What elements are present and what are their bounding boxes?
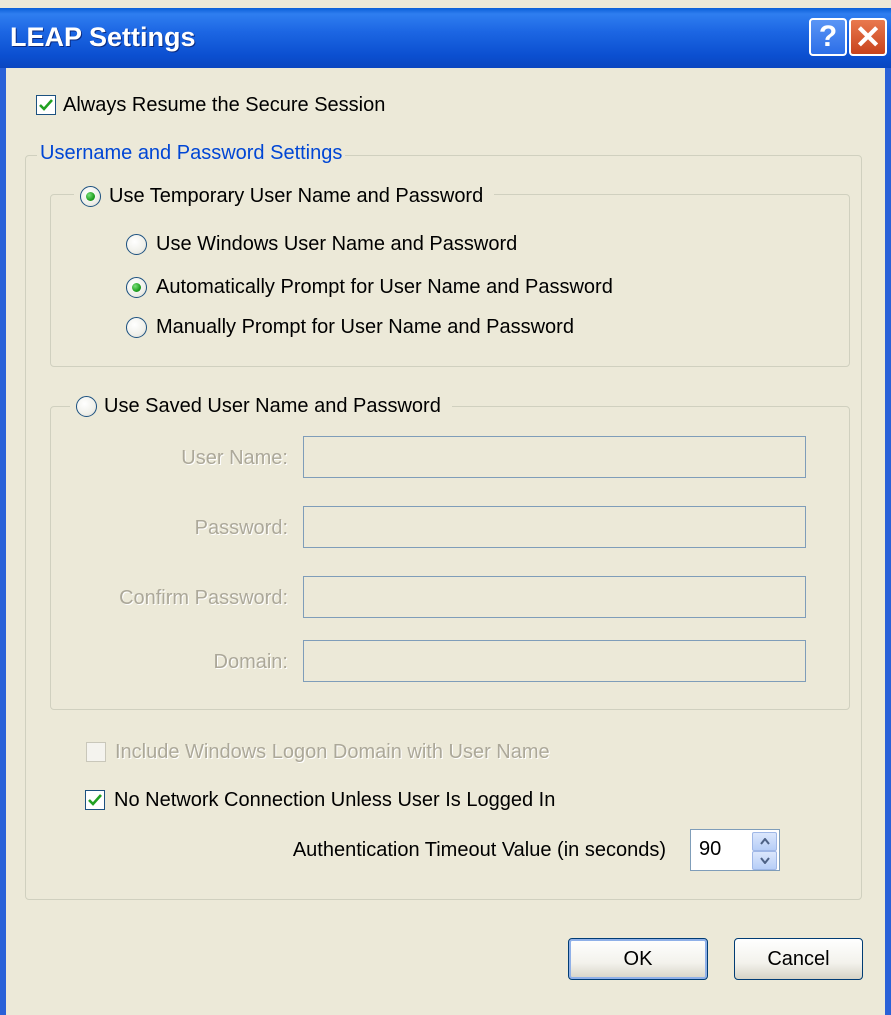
- auto-prompt-radio[interactable]: [126, 277, 147, 298]
- confirm-password-field[interactable]: [303, 576, 806, 618]
- timeout-label: Authentication Timeout Value (in seconds…: [292, 839, 666, 861]
- no-network-checkbox[interactable]: [85, 790, 105, 810]
- no-network-label: No Network Connection Unless User Is Log…: [114, 789, 556, 811]
- dialog-title: LEAP Settings: [10, 22, 196, 52]
- use-windows-credentials-label: Use Windows User Name and Password: [156, 233, 518, 255]
- auto-prompt-label: Automatically Prompt for User Name and P…: [156, 276, 613, 298]
- domain-label: Domain:: [213, 651, 288, 673]
- domain-field[interactable]: [303, 640, 806, 682]
- help-button[interactable]: ?: [809, 18, 847, 56]
- ok-button-label: OK: [623, 947, 653, 970]
- question-mark-icon: ?: [818, 20, 838, 53]
- window-frame-right: [885, 68, 891, 1015]
- include-domain-label: Include Windows Logon Domain with User N…: [115, 741, 550, 763]
- use-temporary-label: Use Temporary User Name and Password: [109, 185, 484, 207]
- use-temporary-radio[interactable]: [80, 186, 101, 207]
- arrow-down-icon: [759, 857, 770, 864]
- cancel-button[interactable]: Cancel: [734, 938, 863, 980]
- manual-prompt-label: Manually Prompt for User Name and Passwo…: [156, 316, 574, 338]
- close-button[interactable]: ✕: [849, 18, 887, 56]
- use-windows-credentials-radio[interactable]: [126, 234, 147, 255]
- user-name-label: User Name:: [181, 447, 288, 469]
- always-resume-checkbox[interactable]: [36, 95, 56, 115]
- title-bar[interactable]: LEAP Settings ? ✕: [0, 8, 891, 68]
- user-name-field[interactable]: [303, 436, 806, 478]
- always-resume-label: Always Resume the Secure Session: [63, 94, 386, 116]
- timeout-stepper[interactable]: 90: [690, 829, 780, 871]
- close-icon: ✕: [854, 19, 882, 55]
- manual-prompt-radio[interactable]: [126, 317, 147, 338]
- confirm-password-label: Confirm Password:: [119, 587, 288, 609]
- include-domain-checkbox[interactable]: [86, 742, 106, 762]
- ok-button[interactable]: OK: [568, 938, 708, 980]
- use-saved-radio[interactable]: [76, 396, 97, 417]
- timeout-value[interactable]: 90: [699, 838, 721, 861]
- leap-settings-dialog: LEAP Settings ? ✕ Always Resume the Secu…: [0, 0, 891, 1015]
- password-field[interactable]: [303, 506, 806, 548]
- check-mark-icon: [39, 99, 53, 111]
- spin-up-button[interactable]: [752, 832, 777, 851]
- cancel-button-label: Cancel: [767, 947, 830, 970]
- spin-down-button[interactable]: [752, 851, 777, 870]
- arrow-up-icon: [759, 838, 770, 845]
- password-label: Password:: [194, 517, 288, 539]
- credentials-group-legend: Username and Password Settings: [37, 142, 346, 165]
- window-frame-left: [0, 68, 6, 1015]
- check-mark-icon: [88, 794, 102, 806]
- use-saved-label: Use Saved User Name and Password: [104, 395, 441, 417]
